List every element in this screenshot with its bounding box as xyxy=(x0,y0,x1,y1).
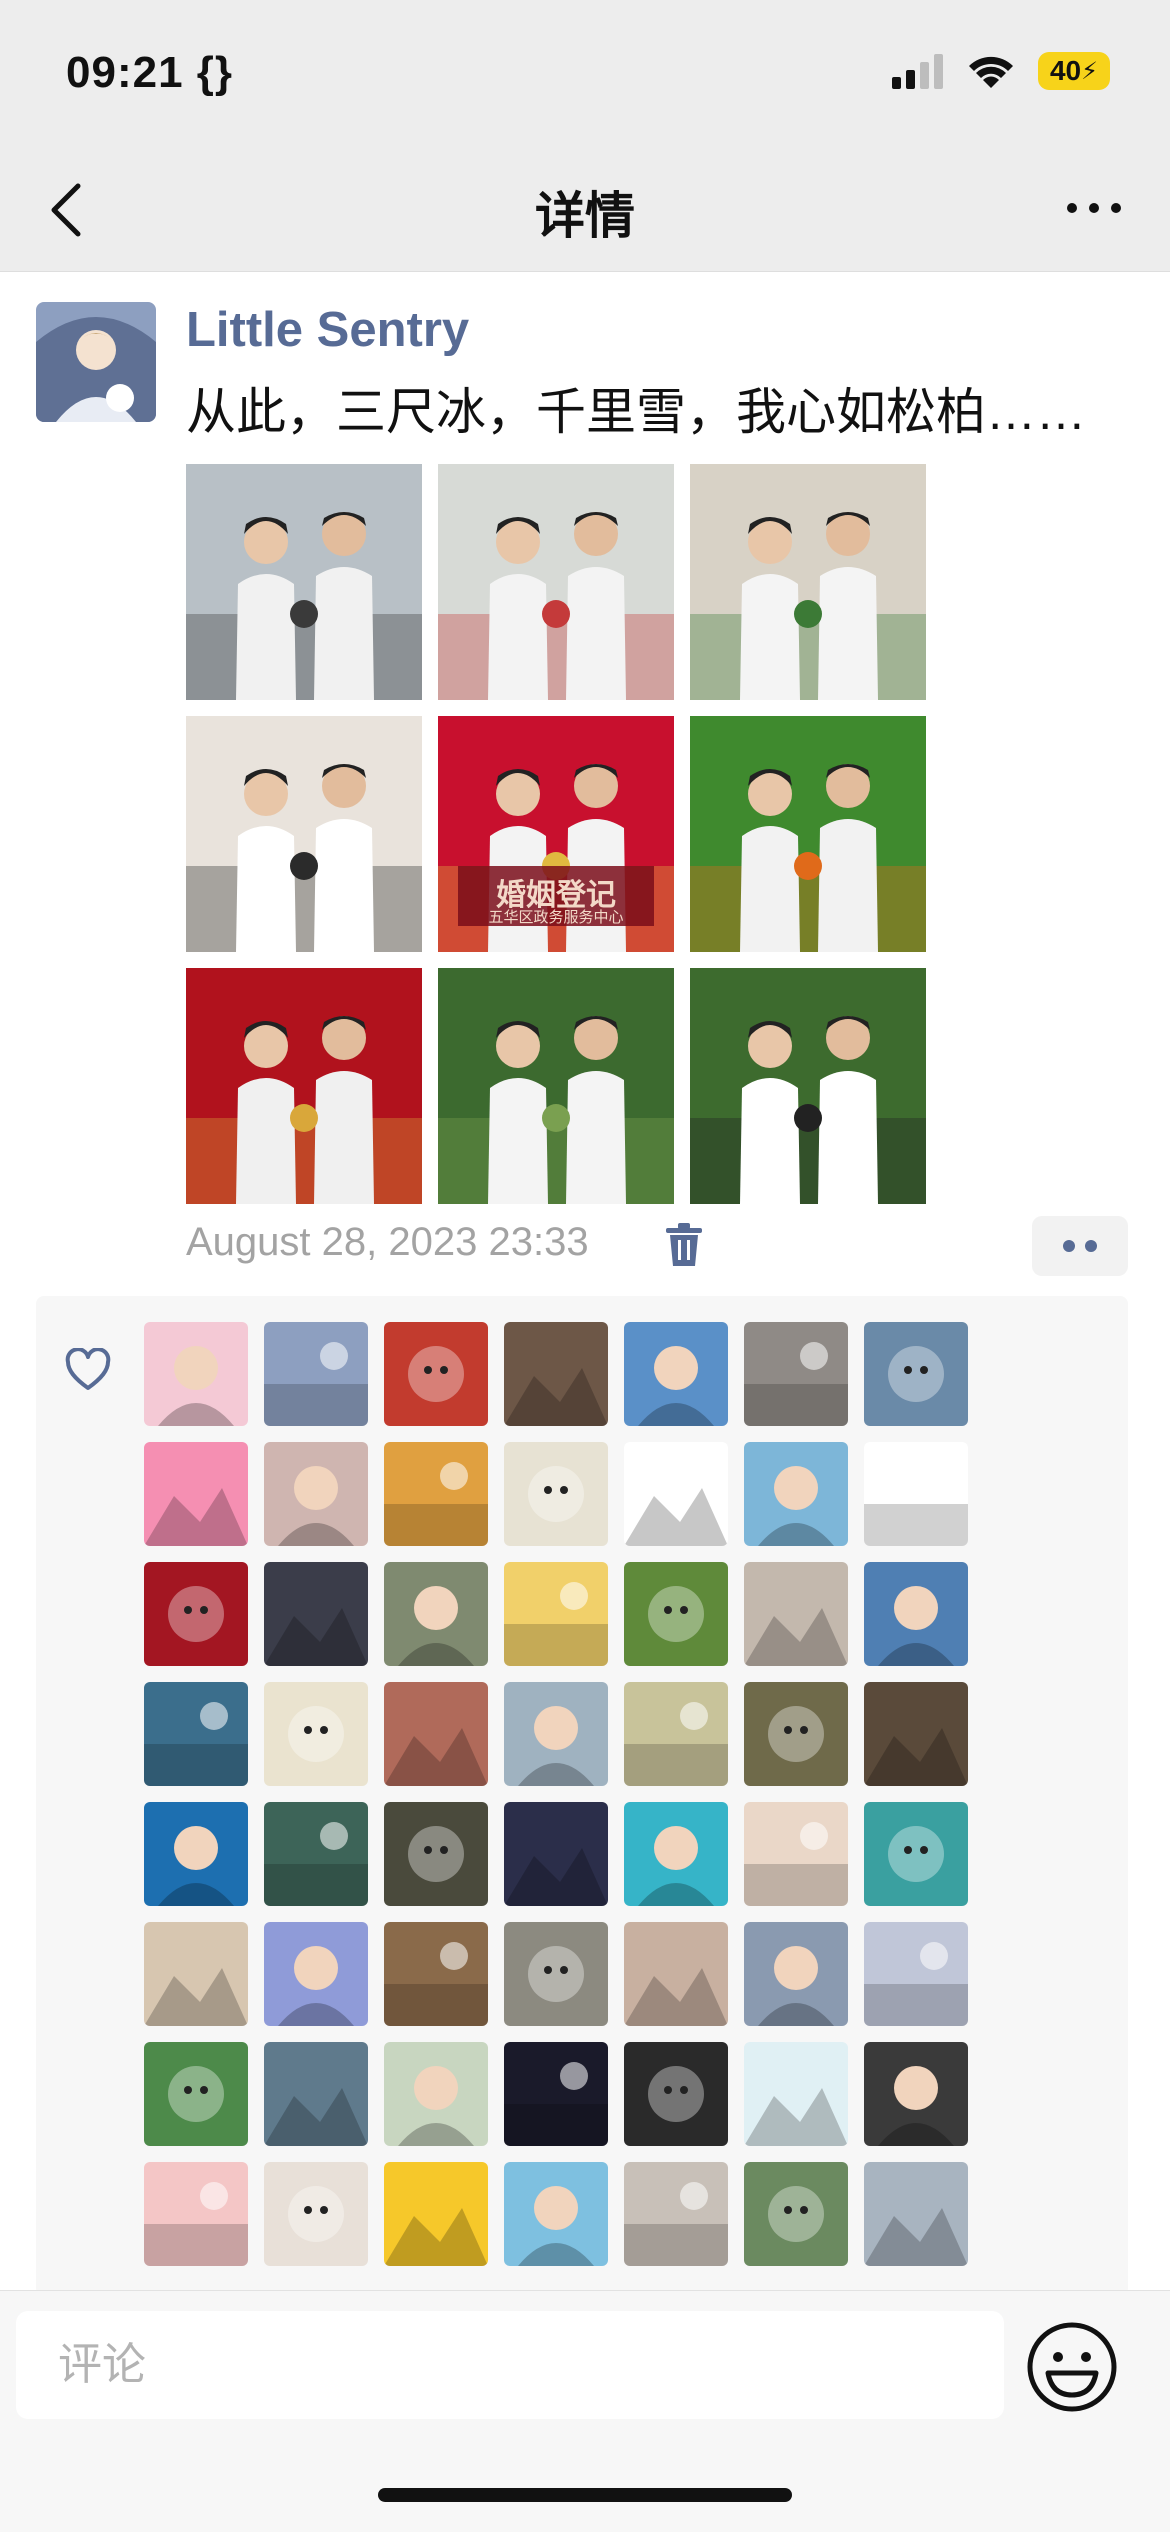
like-avatar[interactable] xyxy=(144,1562,248,1666)
status-time: 09:21 {} xyxy=(66,48,234,97)
like-avatar[interactable] xyxy=(744,1682,848,1786)
like-avatar[interactable] xyxy=(864,1562,968,1666)
like-avatar[interactable] xyxy=(504,1442,608,1546)
like-avatar[interactable] xyxy=(624,1922,728,2026)
like-avatar[interactable] xyxy=(864,1322,968,1426)
home-indicator xyxy=(378,2488,792,2502)
like-avatar[interactable] xyxy=(144,1322,248,1426)
like-avatar[interactable] xyxy=(744,1322,848,1426)
like-avatar[interactable] xyxy=(264,1562,368,1666)
like-avatar[interactable] xyxy=(744,1922,848,2026)
like-avatar[interactable] xyxy=(264,1922,368,2026)
like-avatar[interactable] xyxy=(144,2042,248,2146)
like-avatar[interactable] xyxy=(504,1682,608,1786)
post-photo[interactable] xyxy=(690,968,926,1204)
like-avatar[interactable] xyxy=(264,1442,368,1546)
like-avatar[interactable] xyxy=(384,1322,488,1426)
like-avatar[interactable] xyxy=(624,1802,728,1906)
status-icons: 40 ⚡ xyxy=(892,52,1110,90)
like-avatar[interactable] xyxy=(864,2162,968,2266)
like-avatar[interactable] xyxy=(264,1322,368,1426)
more-icon[interactable] xyxy=(1064,198,1124,218)
like-avatar[interactable] xyxy=(264,2042,368,2146)
likes-panel xyxy=(36,1296,1128,2296)
like-avatar[interactable] xyxy=(384,1442,488,1546)
heart-icon xyxy=(65,1348,111,1390)
like-avatar[interactable] xyxy=(264,1682,368,1786)
like-avatar[interactable] xyxy=(384,2162,488,2266)
post-photo[interactable] xyxy=(438,464,674,700)
post-photo[interactable] xyxy=(186,968,422,1204)
page-title: 详情 xyxy=(535,188,635,244)
like-avatar[interactable] xyxy=(144,1922,248,2026)
like-avatar[interactable] xyxy=(144,1682,248,1786)
like-avatar[interactable] xyxy=(744,2162,848,2266)
comment-input[interactable] xyxy=(16,2311,1004,2419)
like-avatar[interactable] xyxy=(624,1682,728,1786)
nav-bar: 详情 xyxy=(0,150,1170,272)
wifi-icon xyxy=(969,56,1013,88)
like-avatar[interactable] xyxy=(504,1802,608,1906)
like-avatar[interactable] xyxy=(384,1562,488,1666)
like-avatar[interactable] xyxy=(624,1562,728,1666)
like-avatar[interactable] xyxy=(744,1442,848,1546)
post-photo[interactable] xyxy=(690,464,926,700)
like-avatar[interactable] xyxy=(144,2162,248,2266)
post-photo[interactable]: 婚姻登记 五华区政务服务中心 xyxy=(438,716,674,952)
battery-indicator: 40 ⚡ xyxy=(1038,52,1110,90)
post-photo[interactable] xyxy=(690,716,926,952)
emoji-icon[interactable] xyxy=(1026,2321,1118,2413)
like-avatar[interactable] xyxy=(624,2042,728,2146)
like-avatar[interactable] xyxy=(624,1442,728,1546)
like-avatar[interactable] xyxy=(144,1442,248,1546)
like-avatar[interactable] xyxy=(504,2042,608,2146)
post-photo[interactable] xyxy=(438,968,674,1204)
like-avatar[interactable] xyxy=(624,1322,728,1426)
like-avatar[interactable] xyxy=(624,2162,728,2266)
like-avatar[interactable] xyxy=(384,1682,488,1786)
photo-grid: 婚姻登记 五华区政务服务中心 xyxy=(186,464,938,1204)
post-text: 从此，三尺冰，千里雪，我心如松柏…… xyxy=(186,384,1086,440)
like-avatar[interactable] xyxy=(864,1922,968,2026)
like-avatar[interactable] xyxy=(504,1322,608,1426)
like-avatar[interactable] xyxy=(744,1562,848,1666)
like-avatar[interactable] xyxy=(504,1922,608,2026)
post-photo[interactable] xyxy=(186,464,422,700)
like-avatar[interactable] xyxy=(384,2042,488,2146)
like-avatar[interactable] xyxy=(864,2042,968,2146)
likes-avatar-grid xyxy=(144,1322,968,2266)
post-username[interactable]: Little Sentry xyxy=(186,302,469,358)
like-avatar[interactable] xyxy=(504,1562,608,1666)
post-photo[interactable] xyxy=(186,716,422,952)
like-comment-button[interactable] xyxy=(1032,1216,1128,1276)
like-avatar[interactable] xyxy=(864,1802,968,1906)
battery-level: 40 xyxy=(1049,55,1082,86)
photo-subcaption: 五华区政务服务中心 xyxy=(488,908,624,926)
like-avatar[interactable] xyxy=(744,1802,848,1906)
like-avatar[interactable] xyxy=(744,2042,848,2146)
like-avatar[interactable] xyxy=(384,1922,488,2026)
like-avatar[interactable] xyxy=(384,1802,488,1906)
like-avatar[interactable] xyxy=(264,1802,368,1906)
like-avatar[interactable] xyxy=(144,1802,248,1906)
avatar[interactable] xyxy=(36,302,156,422)
like-avatar[interactable] xyxy=(504,2162,608,2266)
cellular-signal-icon xyxy=(892,54,943,89)
like-avatar[interactable] xyxy=(864,1442,968,1546)
status-bar: 09:21 {} 40 ⚡ xyxy=(0,0,1170,150)
like-avatar[interactable] xyxy=(864,1682,968,1786)
trash-icon[interactable] xyxy=(664,1222,704,1268)
post-timestamp: August 28, 2023 23:33 xyxy=(186,1220,589,1264)
like-avatar[interactable] xyxy=(264,2162,368,2266)
